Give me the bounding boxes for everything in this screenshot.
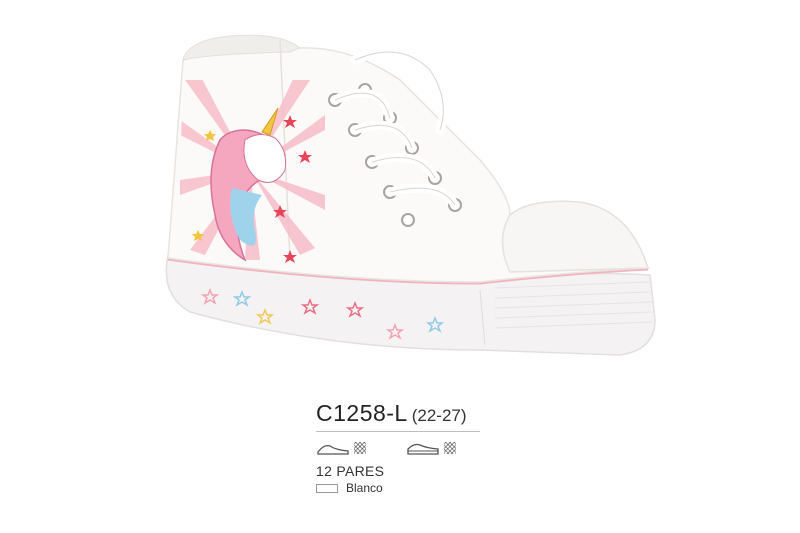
sole-material-swatch bbox=[444, 442, 456, 454]
product-code-line: C1258-L (22-27) bbox=[316, 400, 496, 427]
product-image bbox=[165, 34, 656, 356]
pairs-count: 12 PARES bbox=[316, 463, 385, 479]
upper-material-icon bbox=[317, 444, 349, 455]
product-code: C1258-L bbox=[316, 400, 408, 426]
color-row: Blanco bbox=[316, 481, 496, 495]
upper-material-swatch bbox=[354, 442, 366, 454]
product-info: C1258-L (22-27) 12 PARES Blanco bbox=[316, 400, 496, 495]
material-icons-row bbox=[316, 437, 496, 459]
color-name: Blanco bbox=[346, 481, 383, 495]
sole-material-icon bbox=[407, 443, 439, 455]
size-range: (22-27) bbox=[411, 406, 467, 425]
color-swatch bbox=[316, 483, 338, 493]
divider bbox=[316, 431, 480, 432]
